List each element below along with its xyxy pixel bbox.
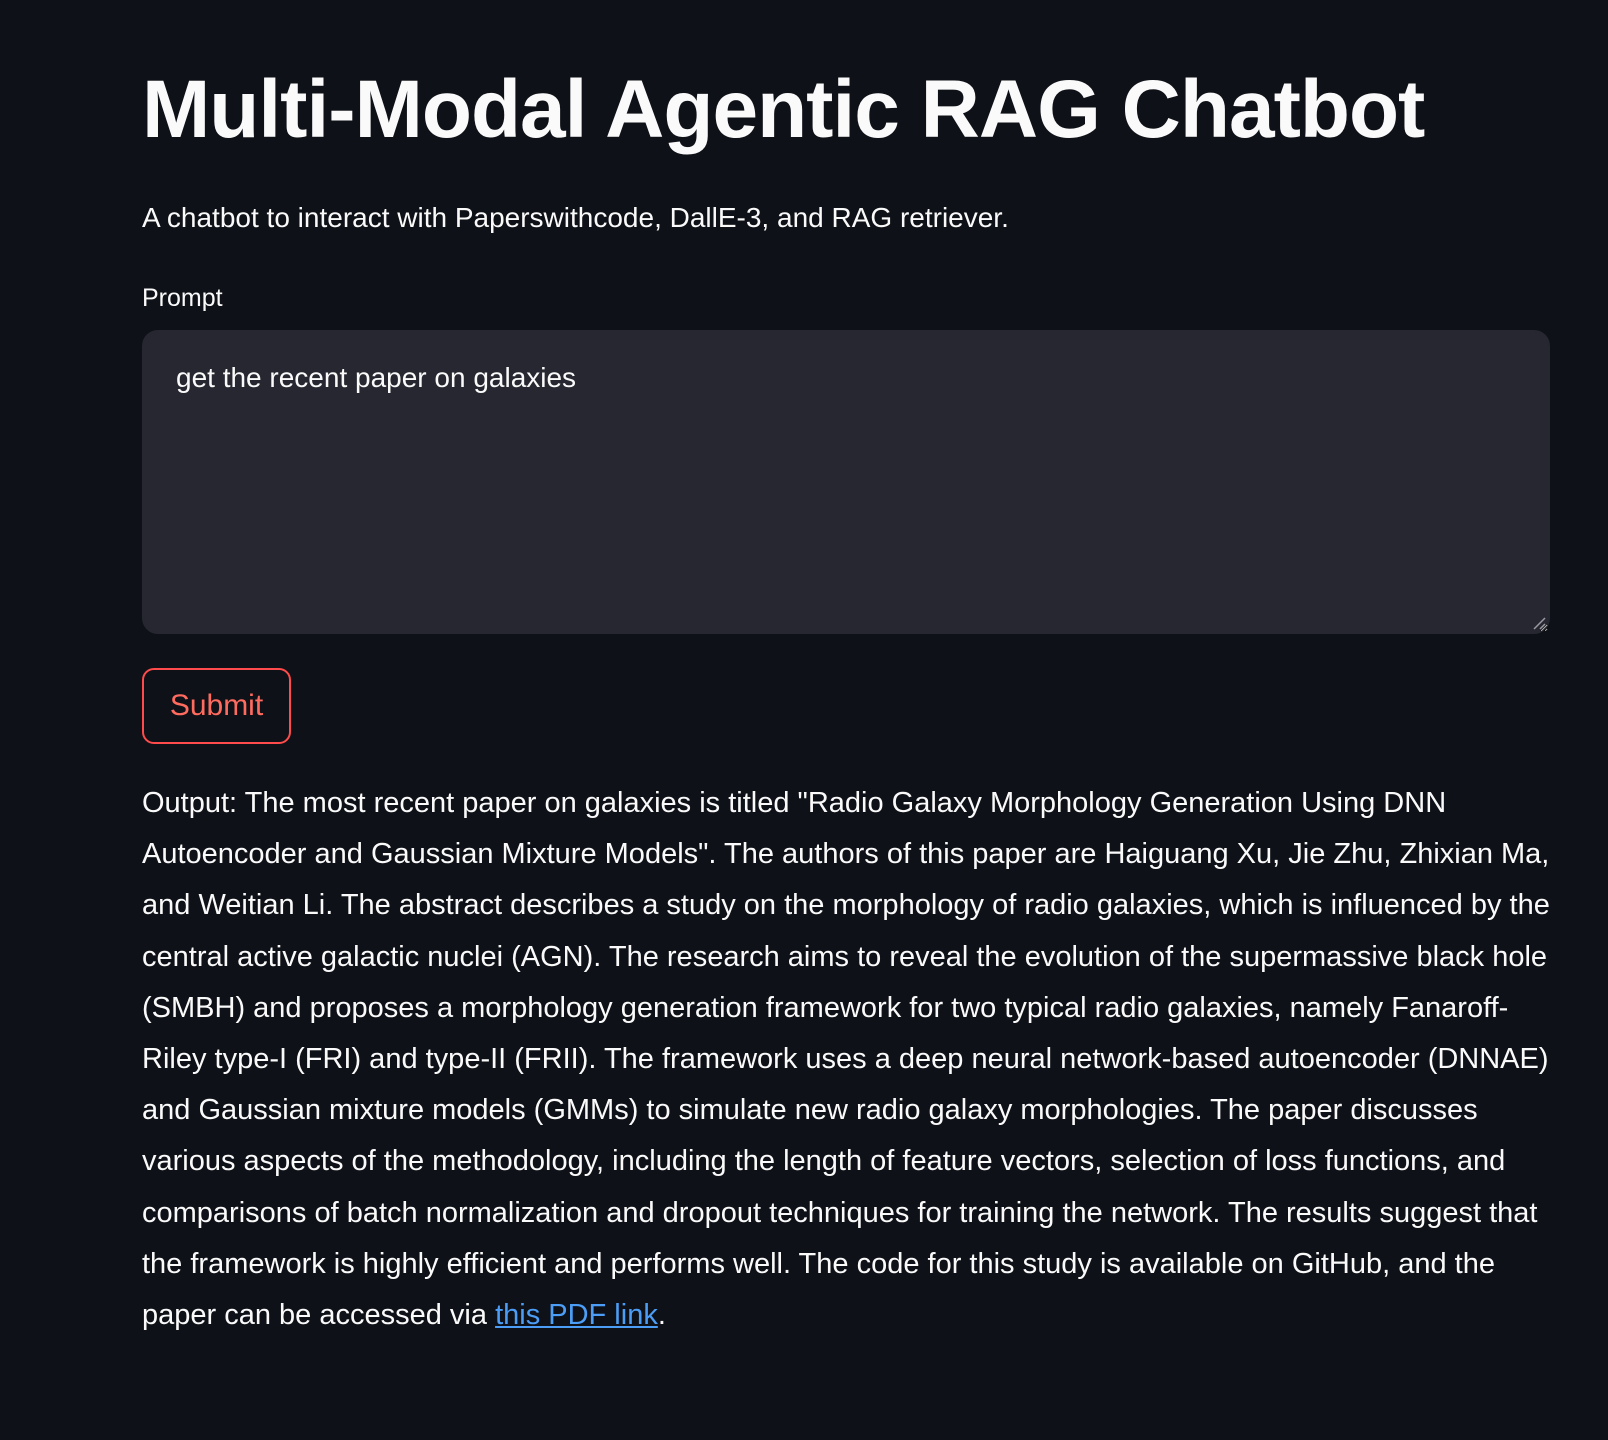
resize-grip-icon[interactable]	[1532, 616, 1546, 630]
pdf-link[interactable]: this PDF link	[495, 1299, 658, 1331]
output-text: Output: The most recent paper on galaxie…	[142, 778, 1550, 1341]
output-trailing: .	[657, 1299, 666, 1332]
submit-button[interactable]: Submit	[142, 668, 291, 744]
app-description: A chatbot to interact with Paperswithcod…	[142, 202, 1009, 233]
prompt-textarea[interactable]: get the recent paper on galaxies	[142, 330, 1550, 634]
page-title: Multi-Modal Agentic RAG Chatbot	[142, 64, 1425, 155]
prompt-label: Prompt	[142, 284, 223, 312]
output-body: Output: The most recent paper on galaxie…	[142, 787, 1550, 1332]
